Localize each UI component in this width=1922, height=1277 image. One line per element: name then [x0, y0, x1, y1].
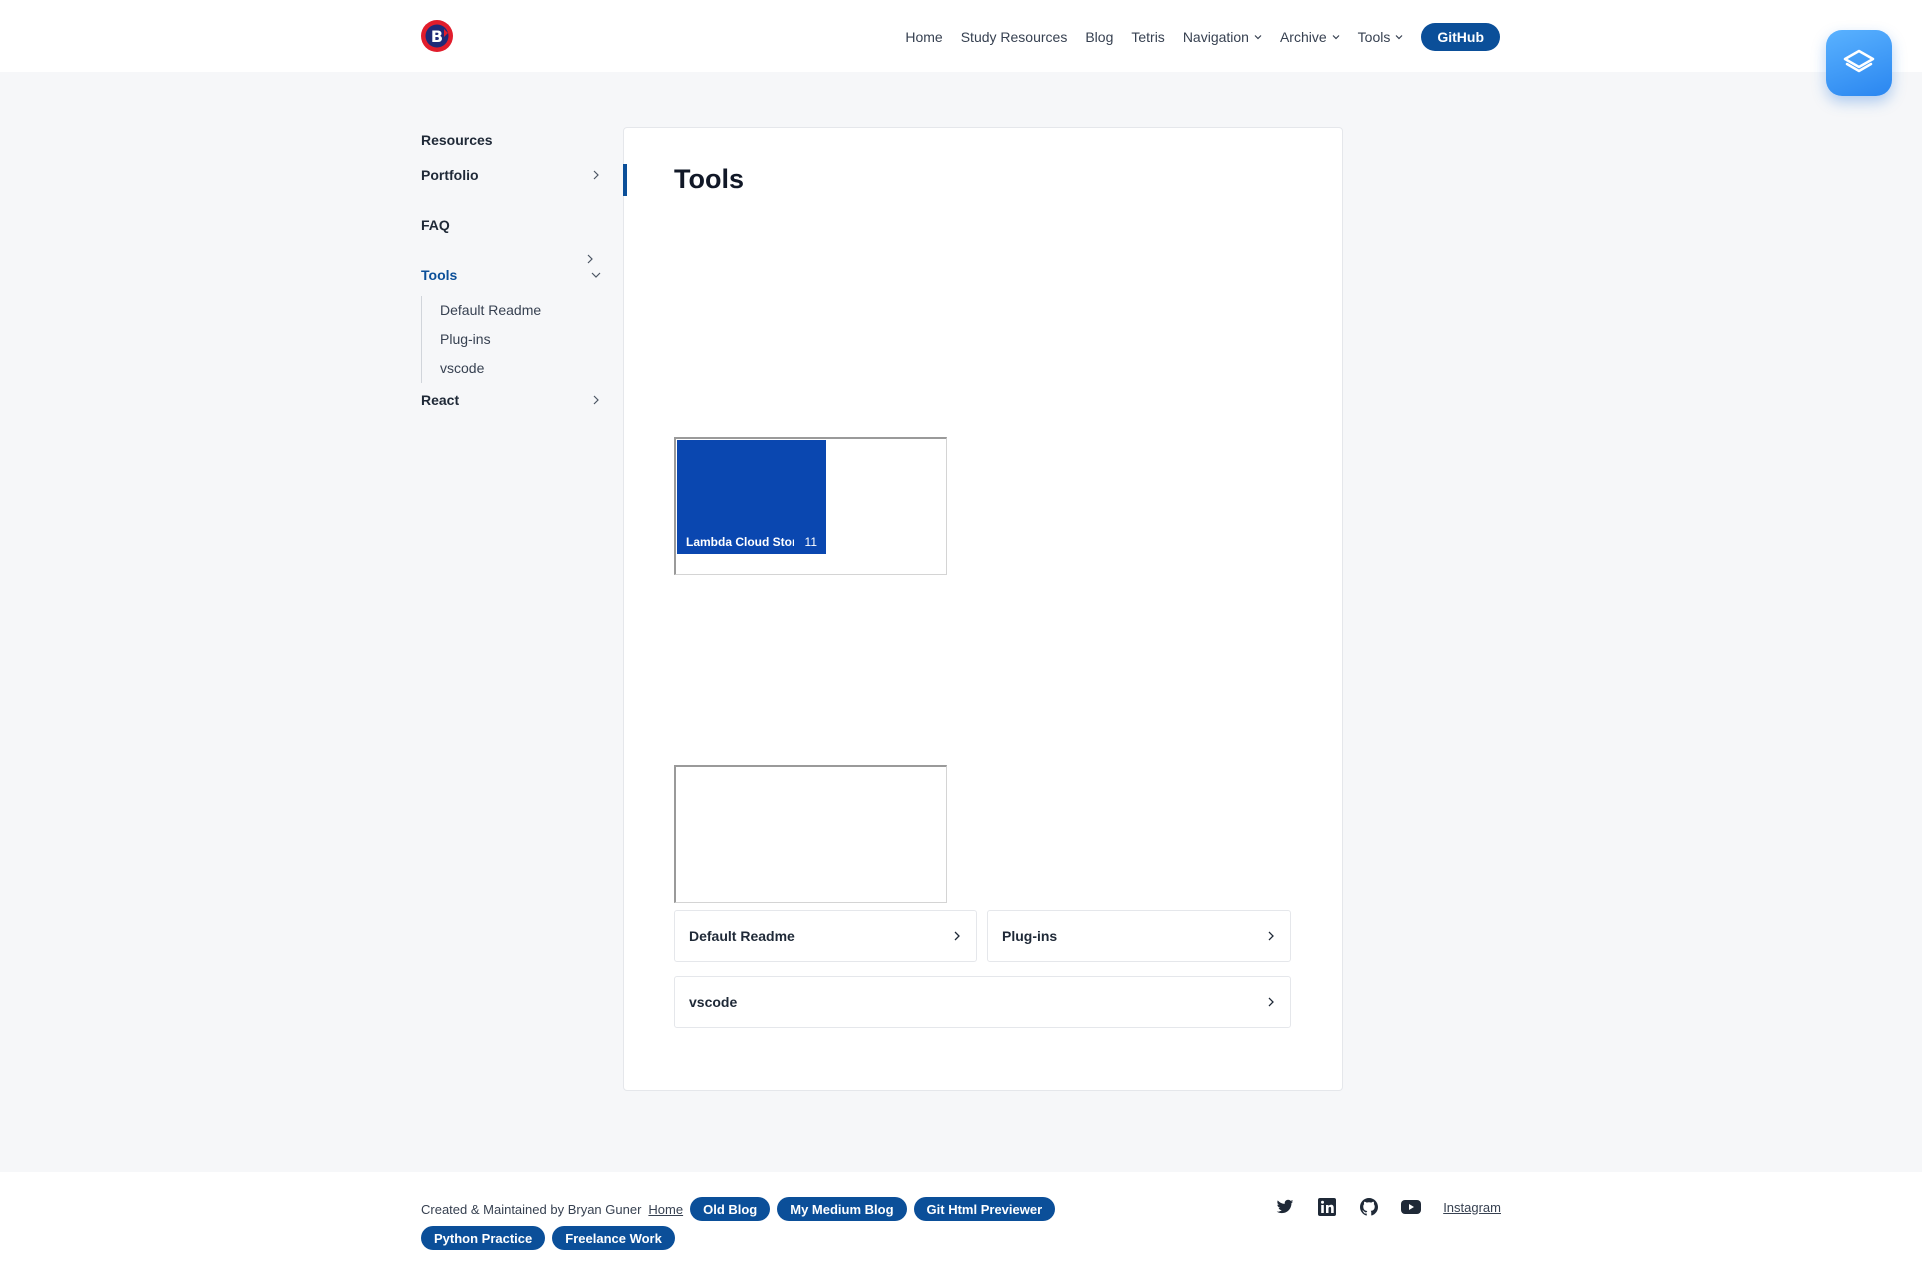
pill-git-html-previewer[interactable]: Git Html Previewer	[913, 1197, 1056, 1221]
layers-icon[interactable]	[1826, 30, 1892, 96]
sidebar-sub-plug-ins[interactable]: Plug-ins	[440, 325, 581, 354]
instagram-link[interactable]: Instagram	[1443, 1200, 1501, 1215]
chevron-down-icon	[1254, 35, 1262, 40]
title-accent-bar	[623, 164, 627, 196]
nav-archive[interactable]: Archive	[1280, 29, 1340, 45]
footer-social: Instagram	[1275, 1197, 1501, 1217]
footer-home-link[interactable]: Home	[648, 1202, 683, 1217]
github-icon[interactable]	[1359, 1197, 1379, 1217]
page-title: Tools	[674, 164, 744, 194]
chevron-right-icon[interactable]	[591, 395, 601, 405]
repo-tile-count: 11	[804, 535, 817, 549]
nav-study-resources[interactable]: Study Resources	[961, 29, 1068, 45]
top-header: B Home Study Resources Blog Tetris Navig…	[0, 0, 1922, 72]
main-nav: Home Study Resources Blog Tetris Navigat…	[905, 22, 1500, 52]
youtube-icon[interactable]	[1401, 1197, 1422, 1217]
sidebar-item-resources[interactable]: Resources	[421, 132, 601, 148]
chevron-right-icon	[954, 931, 960, 941]
footer: Created & Maintained by Bryan Guner Home…	[0, 1172, 1922, 1277]
pill-python-practice[interactable]: Python Practice	[421, 1226, 546, 1250]
svg-text:B: B	[431, 27, 443, 46]
nav-tetris[interactable]: Tetris	[1131, 29, 1164, 45]
chevron-down-icon[interactable]	[591, 270, 601, 280]
sidebar-sub-vscode[interactable]: vscode	[440, 354, 581, 383]
bryan-logo-icon[interactable]: B	[420, 19, 454, 53]
pill-medium-blog[interactable]: My Medium Blog	[777, 1197, 907, 1221]
sidebar-item-portfolio[interactable]: Portfolio	[421, 167, 601, 183]
chevron-right-icon	[1268, 931, 1274, 941]
footer-credit: Created & Maintained by Bryan Guner	[421, 1201, 642, 1217]
chevron-right-icon	[1268, 997, 1274, 1007]
sidebar-item-faq[interactable]: FAQ	[421, 217, 601, 233]
pill-old-blog[interactable]: Old Blog	[690, 1197, 771, 1221]
sidebar-item-react[interactable]: React	[421, 392, 601, 408]
sidebar-item-tools[interactable]: Tools	[421, 267, 601, 283]
repo-tile-label: Lambda Cloud Stor	[686, 535, 794, 549]
nav-blog[interactable]: Blog	[1085, 29, 1113, 45]
content-card: Tools Lambda Cloud Stor 11 Default Readm…	[623, 127, 1343, 1091]
chevron-down-icon	[1395, 35, 1403, 40]
twitter-icon[interactable]	[1275, 1197, 1295, 1217]
nav-tools[interactable]: Tools	[1358, 29, 1404, 45]
sidebar-sub-default-readme[interactable]: Default Readme	[440, 296, 581, 325]
embedded-frame-empty[interactable]	[674, 765, 947, 903]
card-default-readme[interactable]: Default Readme	[674, 910, 977, 962]
repo-tile[interactable]: Lambda Cloud Stor 11	[677, 440, 826, 554]
sidebar-subnav: Default Readme Plug-ins vscode	[421, 296, 581, 383]
nav-navigation[interactable]: Navigation	[1183, 29, 1262, 45]
footer-links: Created & Maintained by Bryan Guner Home…	[421, 1197, 1181, 1250]
linkedin-icon[interactable]	[1317, 1197, 1337, 1217]
nav-home[interactable]: Home	[905, 29, 942, 45]
card-vscode[interactable]: vscode	[674, 976, 1291, 1028]
pill-freelance-work[interactable]: Freelance Work	[552, 1226, 675, 1250]
chevron-down-icon	[1332, 35, 1340, 40]
github-button[interactable]: GitHub	[1421, 23, 1500, 51]
chevron-right-icon[interactable]	[585, 254, 595, 264]
embedded-frame[interactable]: Lambda Cloud Stor 11	[674, 437, 947, 575]
chevron-right-icon[interactable]	[591, 170, 601, 180]
card-plug-ins[interactable]: Plug-ins	[987, 910, 1291, 962]
